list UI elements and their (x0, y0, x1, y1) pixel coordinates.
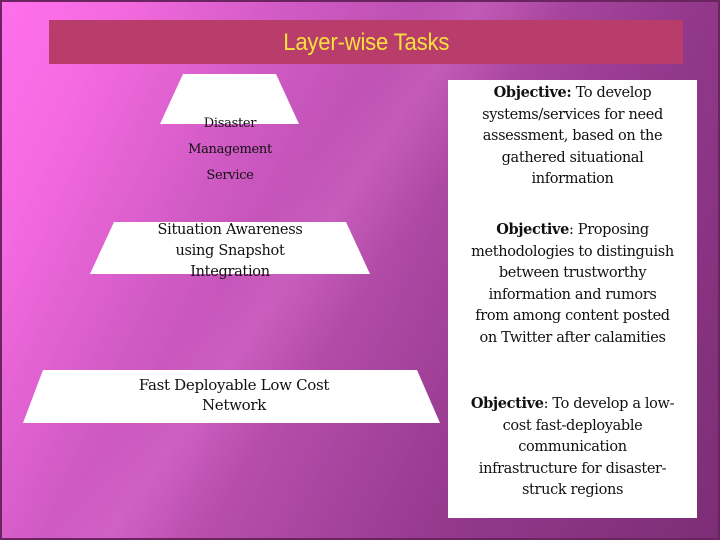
objective-line: communication (518, 439, 627, 455)
layer-label-line: Service (206, 168, 254, 183)
objective-line: from among content posted (475, 308, 670, 324)
layer-label-line: Network (201, 396, 267, 414)
objective-line: between trustworthy (498, 265, 647, 281)
objective-line: information and rumors (488, 286, 657, 303)
objective-deployable-network: Objective: To develop a low- cost fast-d… (448, 393, 697, 502)
objective-line: methodologies to distinguish (471, 243, 674, 260)
objective-line: cost fast-deployable (502, 417, 643, 434)
layer-label-line: Management (188, 142, 272, 157)
objective-line: assessment, based on the (482, 128, 663, 144)
objective-line: : To develop a low- (543, 396, 675, 412)
objective-line: information (531, 171, 614, 187)
layer-label-situation-awareness: Situation Awareness using Snapshot Integ… (90, 220, 370, 283)
layer-label-line: Disaster (203, 116, 257, 131)
objective-disaster-management: Objective: To develop systems/services f… (448, 82, 697, 191)
objectives-panel: Objective: To develop systems/services f… (448, 80, 697, 518)
objective-line: systems/services for need (482, 106, 663, 123)
objective-line: To develop (575, 85, 652, 101)
objective-line: struck regions (521, 482, 624, 498)
slide-background: Layer-wise Tasks Disaster Management Ser… (0, 0, 720, 540)
objective-prefix: Objective (496, 221, 569, 238)
layer-label-line: Fast Deployable Low Cost (138, 376, 330, 394)
objective-situation-awareness: Objective: Proposing methodologies to di… (448, 219, 697, 349)
objective-line: : Proposing (569, 222, 649, 238)
layer-label-disaster-management: Disaster Management Service (142, 111, 318, 189)
objective-prefix: Objective (470, 395, 544, 412)
objective-line: gathered situational (501, 149, 644, 166)
objective-prefix: Objective: (493, 84, 572, 101)
layer-label-deployable-network: Fast Deployable Low Cost Network (62, 375, 406, 415)
objective-line: infrastructure for disaster- (478, 460, 667, 477)
layer-label-line: Integration (190, 264, 270, 280)
layer-label-line: Situation Awareness (157, 222, 303, 238)
objective-line: on Twitter after calamities (479, 329, 666, 346)
layer-label-line: using Snapshot (175, 243, 285, 259)
